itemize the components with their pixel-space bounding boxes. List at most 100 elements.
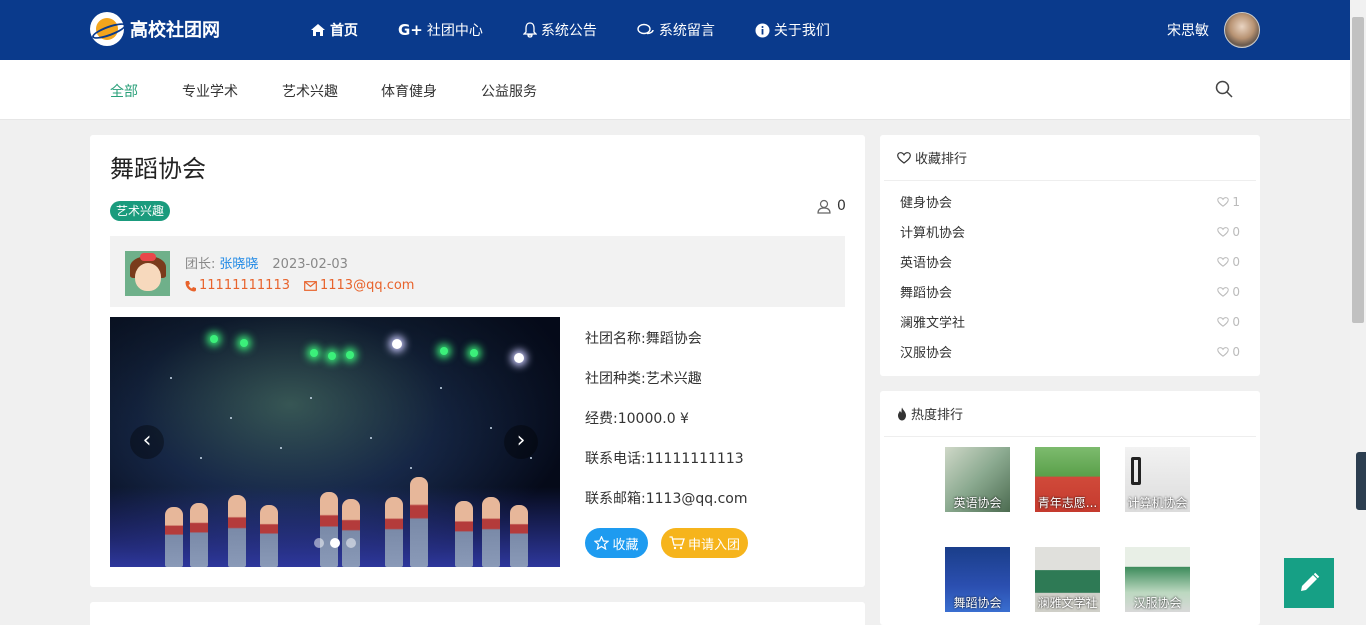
club-detail-card: 舞蹈协会 艺术兴趣 0 团长: 张晓晓 2023-02-03 11111111113… (90, 135, 865, 587)
hot-club-label: 青年志愿... (1037, 496, 1098, 510)
heart-icon (1217, 346, 1230, 357)
popularity-ranking-header: 热度排行 (884, 391, 1256, 437)
nav-announcements[interactable]: 系统公告 (522, 0, 597, 60)
leader-contact: 11111111113 1113@qq.com (185, 278, 414, 293)
star-icon (594, 536, 610, 550)
leader-email: 1113@qq.com (319, 278, 415, 293)
favorite-button-label: 收藏 (612, 537, 639, 553)
ranking-item-name: 计算机协会 (900, 226, 966, 241)
nav-home[interactable]: 首页 (310, 0, 358, 60)
ranking-item-count: 1 (1232, 194, 1240, 209)
leader-avatar (125, 251, 170, 296)
leader-phone: 11111111113 (199, 278, 290, 293)
hot-club-thumb[interactable]: 汉服协会 (1125, 547, 1190, 612)
ranking-item-count: 0 (1232, 284, 1240, 299)
club-photo-carousel[interactable]: ‹ › (110, 317, 560, 567)
fire-icon (898, 407, 906, 420)
heart-icon (1217, 256, 1230, 267)
hot-club-label: 舞蹈协会 (953, 596, 1002, 610)
favorite-button[interactable]: 收藏 (585, 528, 648, 558)
member-count: 0 (817, 198, 846, 214)
heart-icon (1217, 316, 1230, 327)
nav-club-center-label: 社团中心 (426, 23, 483, 39)
club-category-tag[interactable]: 艺术兴趣 (110, 201, 171, 221)
carousel-next-button[interactable]: › (504, 425, 538, 459)
hot-club-label: 计算机协会 (1127, 496, 1188, 510)
ranking-item[interactable]: 健身协会 1 (900, 192, 1240, 212)
user-avatar[interactable] (1224, 12, 1260, 48)
apply-join-button-label: 申请入团 (687, 537, 740, 553)
nav-home-label: 首页 (330, 23, 358, 39)
ranking-item-name: 健身协会 (900, 196, 953, 211)
scrollbar-thumb[interactable] (1352, 17, 1364, 323)
apply-join-button[interactable]: 申请入团 (661, 528, 748, 558)
hot-club-thumb[interactable]: 英语协会 (945, 447, 1010, 512)
search-icon[interactable] (1215, 80, 1233, 98)
category-sports[interactable]: 体育健身 (381, 81, 437, 101)
ranking-item-name: 英语协会 (900, 256, 953, 271)
ranking-item[interactable]: 澜雅文学社 0 (900, 312, 1240, 332)
category-charity[interactable]: 公益服务 (481, 81, 537, 101)
carousel-dot[interactable] (346, 538, 356, 548)
pencil-icon (1301, 572, 1320, 591)
leader-name-link[interactable]: 张晓晓 (219, 257, 258, 272)
comments-icon (637, 23, 654, 35)
info-phone: 联系电话:11111111113 (585, 451, 744, 467)
nav-messages[interactable]: 系统留言 (637, 0, 715, 60)
nav-messages-label: 系统留言 (658, 23, 715, 39)
user-name[interactable]: 宋思敏 (1167, 20, 1209, 40)
phone-icon (185, 280, 196, 291)
ranking-item-count: 0 (1232, 314, 1240, 329)
heart-icon (897, 151, 911, 164)
hot-club-thumb[interactable]: 青年志愿... (1035, 447, 1100, 512)
category-all[interactable]: 全部 (110, 81, 138, 101)
envelope-icon (304, 280, 317, 291)
heart-icon (1217, 196, 1230, 207)
carousel-dot-active[interactable] (330, 538, 340, 548)
write-message-button[interactable] (1284, 558, 1334, 608)
main-nav: 首页 G+ 社团中心 系统公告 系统留言 关于我们 (310, 0, 870, 60)
carousel-indicators (314, 538, 362, 548)
side-widget-tab[interactable] (1356, 452, 1366, 510)
site-name: 高校社团网 (130, 20, 220, 41)
member-count-value: 0 (837, 198, 846, 214)
leader-label: 团长: (185, 257, 216, 272)
nav-club-center[interactable]: G+ 社团中心 (398, 0, 483, 60)
ranking-item-name: 汉服协会 (900, 346, 953, 361)
heart-icon (1217, 226, 1230, 237)
info-icon (755, 23, 770, 37)
google-plus-icon: G+ (398, 21, 423, 39)
ranking-item[interactable]: 英语协会 0 (900, 252, 1240, 272)
nav-announcements-label: 系统公告 (540, 23, 597, 39)
ranking-item-name: 澜雅文学社 (900, 316, 966, 331)
ranking-item-count: 0 (1232, 344, 1240, 359)
leader-info-box: 团长: 张晓晓 2023-02-03 11111111113 1113@qq.com (110, 236, 845, 307)
cart-icon (669, 536, 685, 550)
popularity-ranking-title: 热度排行 (911, 408, 964, 423)
favorites-ranking-card: 收藏排行 健身协会 1 计算机协会 0 英语协会 0 舞蹈协会 0 澜雅文学社 0 汉服协… (880, 135, 1260, 376)
category-academic[interactable]: 专业学术 (182, 81, 238, 101)
heart-icon (1217, 286, 1230, 297)
ranking-item-count: 0 (1232, 254, 1240, 269)
hot-club-thumb[interactable]: 计算机协会 (1125, 447, 1190, 512)
nav-about-label: 关于我们 (773, 23, 830, 39)
popularity-ranking-card: 热度排行 英语协会 青年志愿... 计算机协会 舞蹈协会 澜雅文学社 汉服协会 (880, 391, 1260, 625)
home-icon (311, 24, 325, 36)
info-club-type: 社团种类:艺术兴趣 (585, 371, 702, 387)
site-logo[interactable]: 高校社团网 (90, 12, 220, 46)
hot-club-thumb[interactable]: 舞蹈协会 (945, 547, 1010, 612)
page-scrollbar[interactable] (1350, 0, 1366, 625)
comments-card (90, 602, 865, 625)
nav-about[interactable]: 关于我们 (755, 0, 830, 60)
ranking-item[interactable]: 舞蹈协会 0 (900, 282, 1240, 302)
hot-club-thumb[interactable]: 澜雅文学社 (1035, 547, 1100, 612)
carousel-prev-button[interactable]: ‹ (130, 425, 164, 459)
category-arts[interactable]: 艺术兴趣 (282, 81, 338, 101)
user-icon (817, 199, 831, 214)
club-title: 舞蹈协会 (110, 155, 206, 183)
ranking-item[interactable]: 汉服协会 0 (900, 342, 1240, 362)
bell-icon (522, 22, 537, 38)
carousel-dot[interactable] (314, 538, 324, 548)
ranking-item[interactable]: 计算机协会 0 (900, 222, 1240, 242)
info-club-name: 社团名称:舞蹈协会 (585, 331, 702, 347)
